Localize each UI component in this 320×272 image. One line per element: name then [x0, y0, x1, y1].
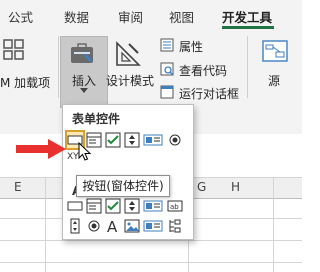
- svg-text:ab: ab: [170, 203, 179, 211]
- form-controls-title: 表单控件: [72, 112, 121, 126]
- form-checkbox-control[interactable]: [105, 132, 121, 148]
- combobox-control-icon: [86, 198, 102, 214]
- checkbox-control-icon: [105, 198, 121, 214]
- grid-line: [0, 262, 302, 263]
- source-label[interactable]: 源: [268, 72, 280, 89]
- activex-toggle-button-control[interactable]: [143, 218, 163, 234]
- form-option-button-control[interactable]: [167, 132, 183, 148]
- design-mode-label[interactable]: 设计模式: [106, 72, 154, 89]
- activex-textbox-control[interactable]: ab: [167, 198, 183, 214]
- activex-label-control[interactable]: A: [105, 218, 121, 236]
- mouse-cursor-icon: [78, 142, 92, 161]
- activex-listbox-control[interactable]: [143, 198, 163, 214]
- pointer-arrow-icon: [16, 139, 66, 159]
- button-control-icon: [67, 201, 83, 211]
- addins-label[interactable]: M 加载项: [0, 74, 50, 91]
- column-header-h[interactable]: H: [231, 180, 240, 194]
- more-controls-icon: [169, 219, 181, 233]
- insert-controls-icon: [71, 43, 93, 63]
- view-code-label[interactable]: 查看代码: [179, 62, 227, 79]
- checkbox-control-icon: [105, 132, 121, 148]
- grid-line: [273, 178, 274, 272]
- activex-button-control[interactable]: [67, 198, 83, 214]
- button-control-tooltip: 按钮(窗体控件): [76, 175, 170, 197]
- properties-label[interactable]: 属性: [179, 38, 203, 55]
- tab-formulas[interactable]: 公式: [8, 7, 33, 26]
- view-code-icon[interactable]: [160, 62, 174, 76]
- activex-more-controls[interactable]: [167, 218, 183, 234]
- grid-line: [0, 240, 302, 241]
- svg-text:A: A: [107, 218, 118, 234]
- source-icon[interactable]: [262, 40, 288, 64]
- scrollbar-control-icon: [70, 218, 80, 234]
- cell-partial-text: XY: [67, 152, 79, 162]
- design-mode-icon[interactable]: [114, 40, 142, 68]
- run-dialog-icon[interactable]: [160, 85, 174, 99]
- form-listbox-control[interactable]: [143, 132, 163, 148]
- group-separator: [58, 36, 59, 98]
- spinner-control-icon: [124, 132, 140, 148]
- listbox-control-icon: [143, 200, 163, 212]
- toggle-button-control-icon: [143, 220, 163, 232]
- activex-spinner-control[interactable]: [124, 198, 140, 214]
- option-button-control-icon: [88, 220, 100, 232]
- active-tab-indicator: [222, 26, 274, 29]
- tab-review[interactable]: 审阅: [118, 7, 143, 26]
- activex-image-control[interactable]: [124, 218, 140, 234]
- activex-checkbox-control[interactable]: [105, 198, 121, 214]
- label-control-icon: A: [107, 218, 118, 236]
- column-header-e[interactable]: E: [14, 180, 22, 194]
- grid-line: [45, 178, 46, 272]
- activex-option-button-control[interactable]: [86, 218, 102, 234]
- spinner-control-icon: [124, 198, 140, 214]
- chevron-down-icon: [80, 88, 88, 93]
- properties-icon[interactable]: [160, 38, 174, 52]
- listbox-control-icon: [143, 134, 163, 146]
- image-control-icon: [124, 219, 140, 233]
- column-header-g[interactable]: G: [197, 180, 206, 194]
- option-button-control-icon: [169, 134, 181, 146]
- tab-data[interactable]: 数据: [64, 7, 89, 26]
- activex-combobox-control[interactable]: [86, 198, 102, 214]
- run-dialog-label[interactable]: 运行对话框: [179, 85, 239, 102]
- insert-label: 插入: [72, 74, 97, 88]
- group-separator: [247, 36, 248, 98]
- activex-scrollbar-control[interactable]: [67, 218, 83, 234]
- tab-view[interactable]: 视图: [169, 7, 194, 26]
- form-spinner-control[interactable]: [124, 132, 140, 148]
- tab-developer[interactable]: 开发工具: [222, 7, 272, 26]
- ribbon-tab-bar: 公式 数据 审阅 视图 开发工具: [0, 0, 302, 30]
- textbox-control-icon: ab: [167, 200, 183, 212]
- addins-icon[interactable]: [2, 38, 26, 62]
